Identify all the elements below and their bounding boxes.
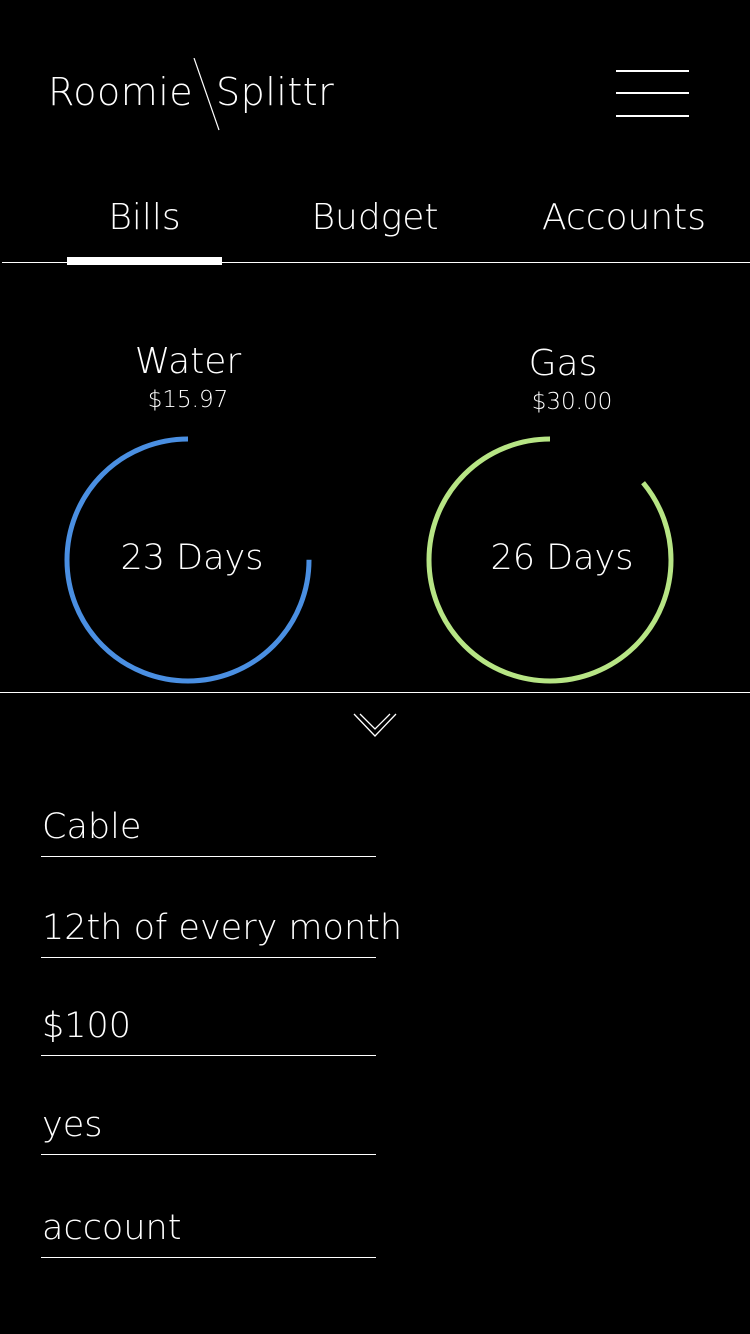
account-field[interactable]: account	[41, 1197, 376, 1258]
due-date-value: 12th of every month	[42, 908, 403, 948]
due-date-field[interactable]: 12th of every month	[41, 897, 402, 958]
app-logo: Roomie Splittr	[48, 58, 348, 132]
active-tab-indicator	[67, 257, 222, 265]
bill-name-water: Water	[134, 341, 242, 382]
menu-line	[616, 70, 689, 72]
recurring-value: yes	[42, 1105, 103, 1145]
tab-accounts[interactable]: Accounts	[532, 190, 716, 250]
menu-line	[616, 115, 689, 117]
amount-field[interactable]: $100	[41, 995, 376, 1056]
menu-line	[616, 92, 689, 94]
tab-bills[interactable]: Bills	[67, 190, 222, 250]
amount-value: $100	[42, 1006, 132, 1046]
bill-amount-water: $15.97	[147, 387, 229, 413]
tab-bar: Bills Budget Accounts	[0, 190, 750, 262]
section-divider	[0, 692, 750, 693]
recurring-field[interactable]: yes	[41, 1094, 376, 1155]
hamburger-menu-icon[interactable]	[614, 68, 692, 120]
bill-name-value: Cable	[42, 807, 142, 847]
brand-name-right: Splittr	[216, 70, 335, 114]
tab-budget[interactable]: Budget	[292, 190, 458, 250]
chevron-down-icon[interactable]	[352, 712, 398, 740]
brand-name-left: Roomie	[48, 70, 194, 114]
bill-name-gas: Gas	[528, 343, 598, 384]
gas-days-remaining: 26 Days	[490, 538, 634, 578]
bill-amount-gas: $30.00	[531, 389, 613, 415]
account-value: account	[42, 1208, 182, 1248]
water-days-remaining: 23 Days	[120, 538, 264, 578]
brand-slash-icon	[193, 58, 220, 131]
bill-name-field[interactable]: Cable	[41, 796, 376, 857]
